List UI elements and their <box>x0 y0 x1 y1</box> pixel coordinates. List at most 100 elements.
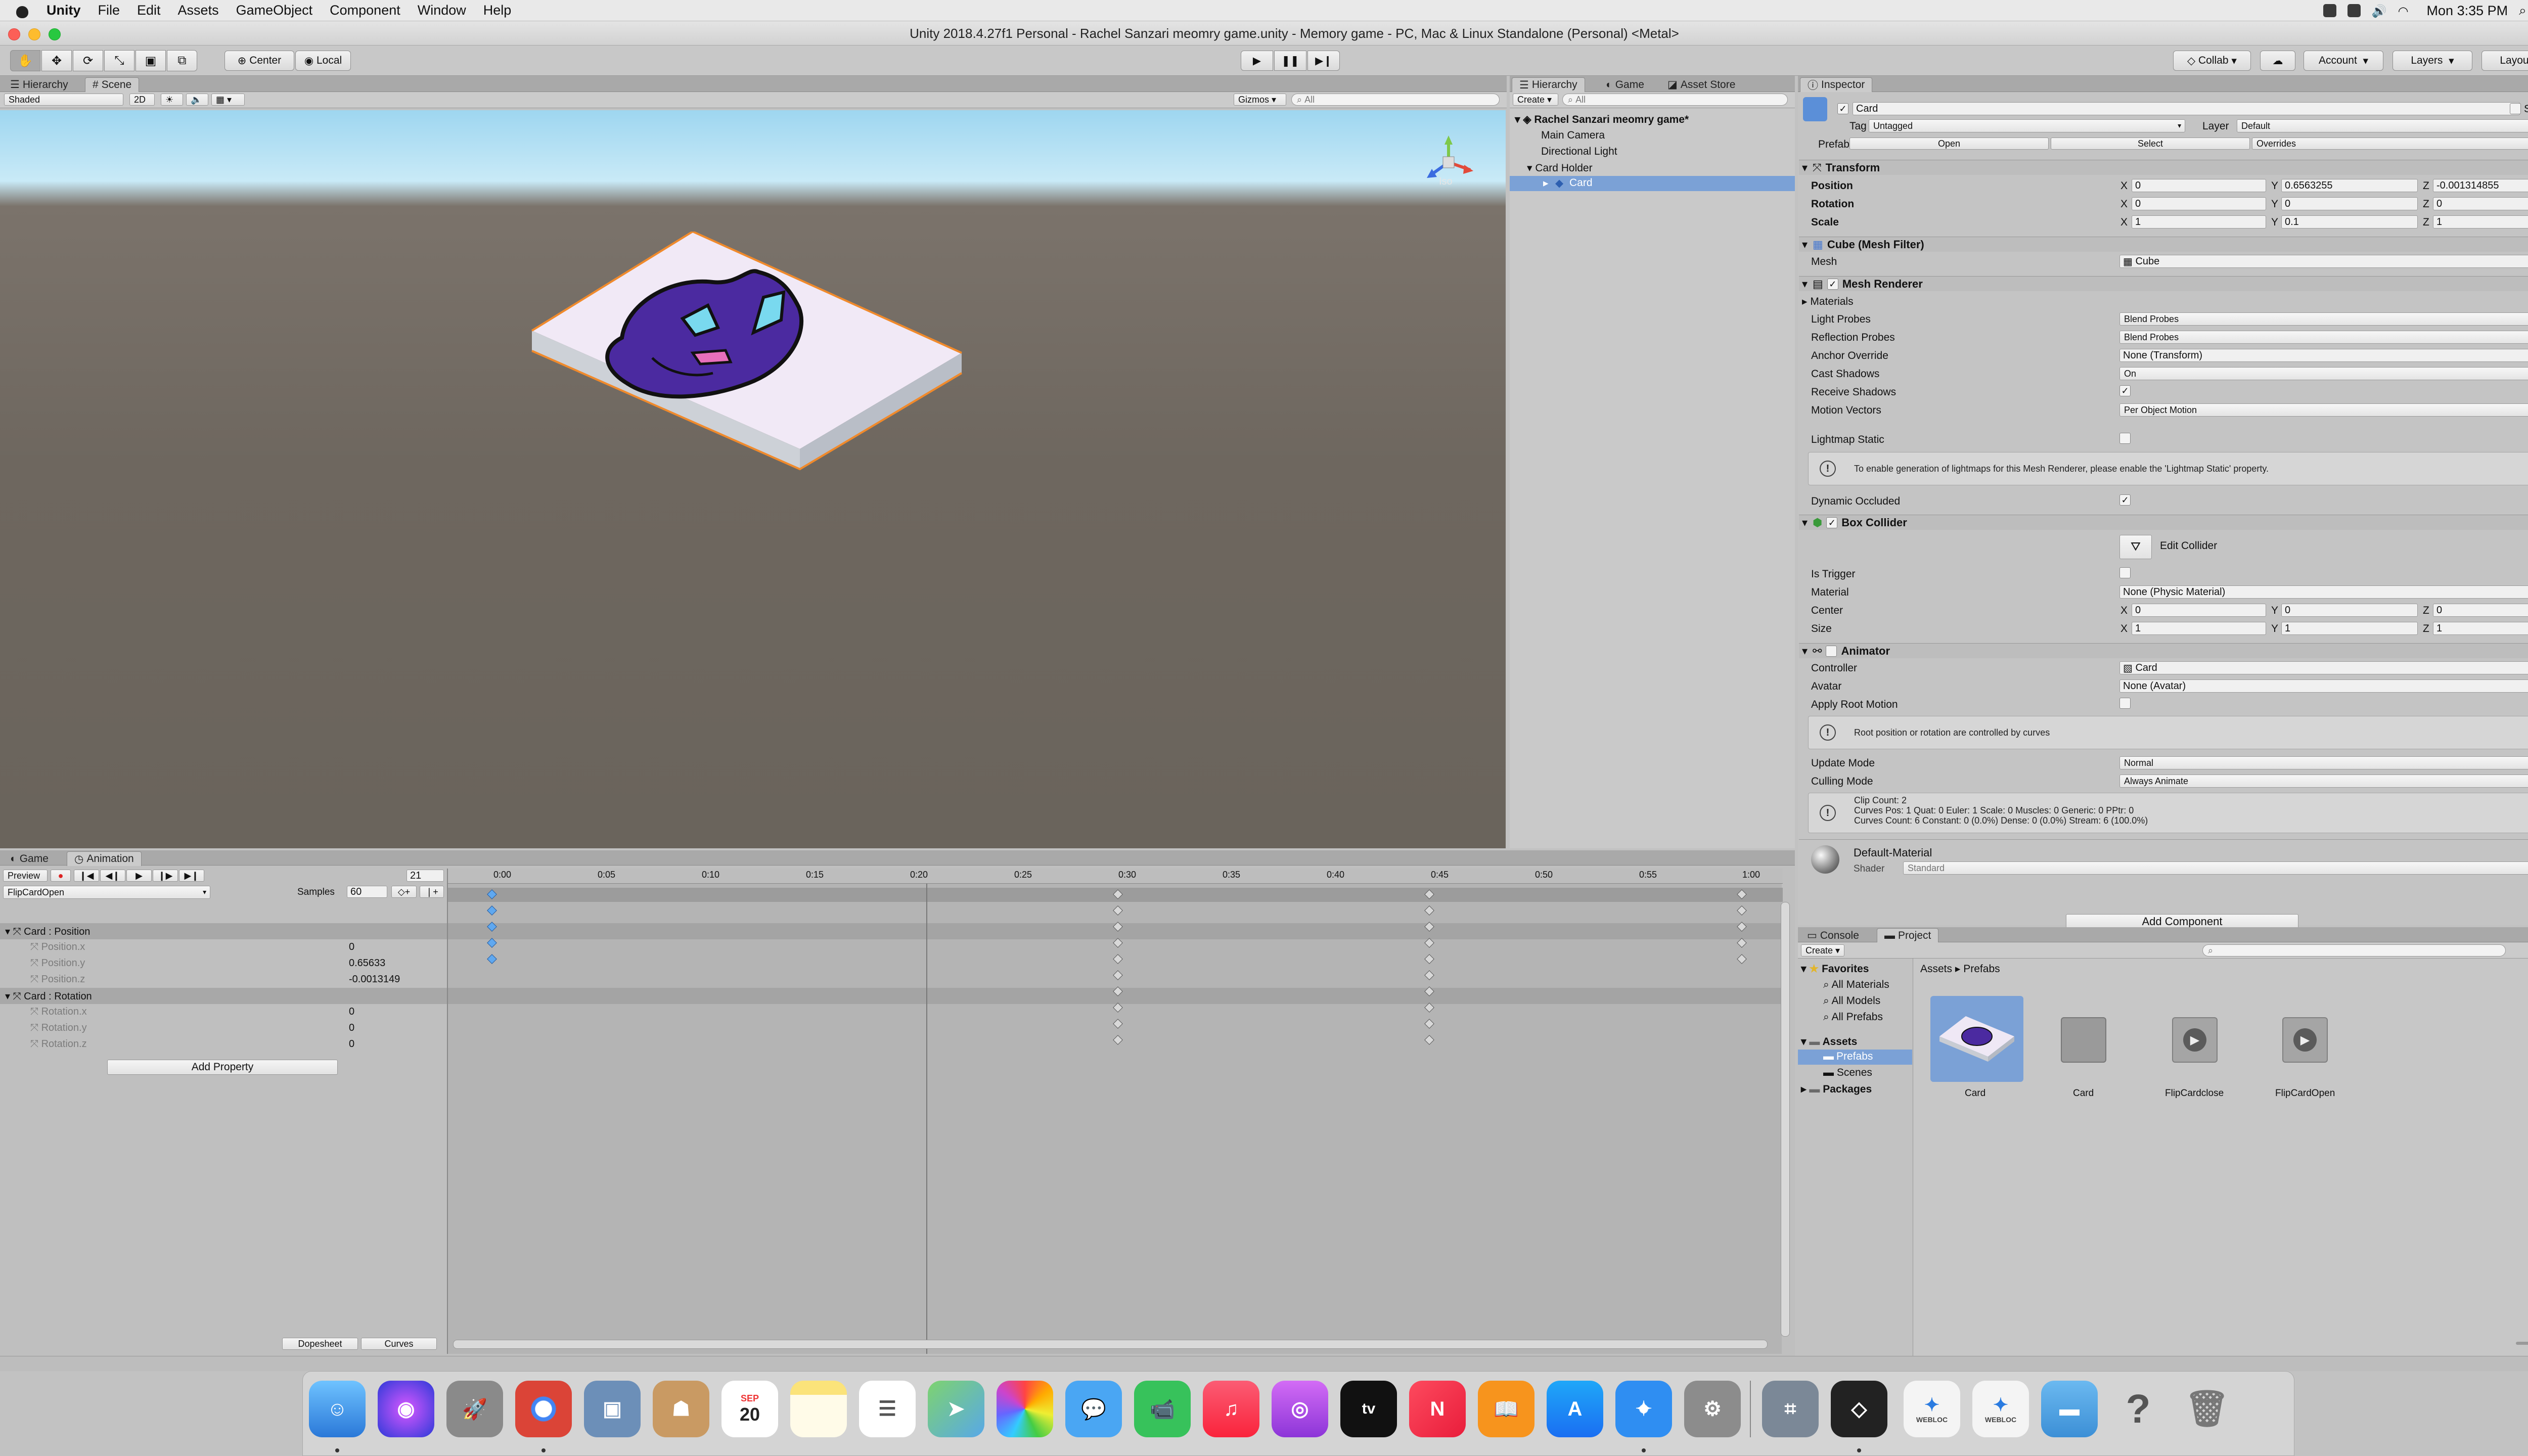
tab-game-bottom[interactable]: ◐ Game <box>3 851 56 866</box>
object-name-field[interactable]: Card <box>1853 102 2520 115</box>
mesh-renderer-header[interactable]: ▾ ▤ ✓ Mesh Renderer <box>1799 276 2528 291</box>
is-trigger-checkbox[interactable] <box>2119 567 2131 578</box>
keyframe[interactable] <box>1113 1035 1123 1045</box>
menu-edit[interactable]: Edit <box>137 3 161 18</box>
expand-arrow-icon[interactable]: ▾ <box>1515 114 1523 125</box>
keyframe[interactable] <box>1113 938 1123 948</box>
clip-dropdown[interactable]: FlipCardOpen <box>3 886 210 899</box>
center-z-field[interactable]: 0 <box>2433 604 2528 617</box>
keyframe[interactable] <box>1113 1019 1123 1029</box>
lighting-toggle-icon[interactable]: ☀ <box>161 94 183 106</box>
prefab-select-button[interactable]: Select <box>2051 138 2250 150</box>
add-keyframe-icon[interactable]: ◇+ <box>391 886 417 898</box>
siri-icon[interactable]: ◉ <box>378 1381 434 1437</box>
contacts-icon[interactable]: ☗ <box>653 1381 709 1437</box>
animator-enabled-checkbox[interactable] <box>1826 645 1837 657</box>
keyframe[interactable] <box>1424 954 1434 964</box>
apply-root-motion-checkbox[interactable] <box>2119 698 2131 709</box>
lightmap-static-checkbox[interactable] <box>2119 433 2131 444</box>
position-x-value[interactable]: 0 <box>349 941 354 953</box>
podcasts-icon[interactable]: ◎ <box>1272 1381 1328 1437</box>
file-card-prefab-selected[interactable] <box>1930 996 2023 1082</box>
breadcrumb-prefabs[interactable]: Prefabs <box>1963 963 2000 975</box>
keyframe[interactable] <box>1113 954 1123 964</box>
animator-header[interactable]: ▾ ⚯ Animator <box>1799 643 2528 658</box>
launchpad-icon[interactable]: 🚀 <box>446 1381 503 1437</box>
box-collider-enabled-checkbox[interactable]: ✓ <box>1826 517 1838 528</box>
reflection-probes-dropdown[interactable]: Blend Probes <box>2119 331 2528 344</box>
add-event-icon[interactable]: ❘+ <box>420 886 444 898</box>
packages-foldout[interactable]: ▸ ▬ Packages <box>1801 1083 1872 1096</box>
layer-dropdown[interactable]: Default <box>2237 119 2528 132</box>
rotate-tool-icon[interactable]: ⟳ <box>73 50 103 71</box>
status-app-icon[interactable] <box>2323 4 2336 17</box>
center-x-field[interactable]: 0 <box>2132 604 2266 617</box>
rotation-group-row[interactable]: ▾ ⤧ Card : Rotation <box>5 990 92 1003</box>
folder-scenes[interactable]: ▬ Scenes <box>1823 1067 1872 1079</box>
status-shield-icon[interactable] <box>2347 4 2361 17</box>
news-icon[interactable]: N <box>1409 1381 1466 1437</box>
position-y-row[interactable]: ⤧ Position.y <box>30 958 85 969</box>
position-z-row[interactable]: ⤧ Position.z <box>30 974 85 985</box>
mesh-field[interactable]: ▦ Cube <box>2119 255 2528 268</box>
keyframe[interactable] <box>487 938 497 948</box>
icon-size-slider[interactable] <box>2516 1342 2528 1345</box>
volume-icon[interactable]: 🔊 <box>2372 4 2387 18</box>
scene-search-input[interactable]: ⌕ All <box>1291 94 1500 106</box>
scene-viewport[interactable]: Iso <box>0 110 1506 848</box>
rotation-y-value[interactable]: 0 <box>349 1022 354 1034</box>
menu-component[interactable]: Component <box>330 3 400 18</box>
keyframe[interactable] <box>487 905 497 916</box>
position-y-value[interactable]: 0.65633 <box>349 958 385 969</box>
dopesheet-area[interactable]: 0:00 0:05 0:10 0:15 0:20 0:25 0:30 0:35 … <box>447 869 1790 1354</box>
apple-icon[interactable] <box>15 3 29 18</box>
safari-icon[interactable]: ✦ <box>1615 1381 1672 1437</box>
layout-dropdown[interactable]: Layout ▾ <box>2481 51 2528 71</box>
trash-icon[interactable]: 🗑 <box>2179 1381 2235 1437</box>
rotation-y-row[interactable]: ⤧ Rotation.y <box>30 1022 87 1034</box>
keyframe[interactable] <box>1424 1035 1434 1045</box>
webloc-icon[interactable]: ✦ WEBLOC <box>1972 1381 2029 1437</box>
box-collider-header[interactable]: ▾ ⬢ ✓ Box Collider <box>1799 515 2528 530</box>
folder-icon[interactable]: ▬ <box>2041 1381 2098 1437</box>
samples-field[interactable]: 60 <box>347 886 387 898</box>
tab-game[interactable]: ◐ Game <box>1599 77 1651 92</box>
projection-label[interactable]: Iso <box>1439 176 1453 188</box>
center-y-field[interactable]: 0 <box>2281 604 2418 617</box>
first-key-button[interactable]: ❙◀ <box>74 870 99 882</box>
tag-dropdown[interactable]: Untagged <box>1869 119 2185 132</box>
keyframe[interactable] <box>487 954 497 964</box>
layers-dropdown[interactable]: Layers ▾ <box>2392 51 2472 71</box>
position-x-field[interactable]: 0 <box>2132 179 2266 192</box>
tab-project[interactable]: ▬ Project <box>1877 928 1939 943</box>
preview-toggle[interactable]: Preview <box>3 870 48 882</box>
calendar-icon[interactable]: SEP 20 <box>721 1381 778 1437</box>
hierarchy-item-card-holder[interactable]: ▾ Card Holder <box>1527 162 1593 174</box>
animation-clip-icon[interactable]: ▶ <box>2282 1017 2328 1063</box>
step-button[interactable]: ▶❙ <box>1307 51 1340 71</box>
keyframe[interactable] <box>1113 905 1123 916</box>
hierarchy-create-dropdown[interactable]: Create ▾ <box>1513 94 1558 106</box>
keyframe[interactable] <box>1424 938 1434 948</box>
fav-all-materials[interactable]: ⌕ All Materials <box>1823 979 1889 991</box>
folder-prefabs-selected[interactable]: ▬ Prefabs <box>1798 1050 1912 1065</box>
music-icon[interactable]: ♫ <box>1203 1381 1259 1437</box>
hierarchy-item-directional-light[interactable]: Directional Light <box>1541 146 1617 158</box>
help-icon[interactable]: ? <box>2110 1381 2166 1437</box>
transform-header[interactable]: ▾ ⤧ Transform <box>1799 160 2528 175</box>
keyframe[interactable] <box>1424 1019 1434 1029</box>
photos-icon[interactable] <box>997 1381 1053 1437</box>
system-preferences-icon[interactable]: ⚙ <box>1684 1381 1741 1437</box>
shader-dropdown[interactable]: Standard <box>1903 861 2528 875</box>
tab-scene[interactable]: # Scene <box>85 77 140 92</box>
menu-help[interactable]: Help <box>483 3 512 18</box>
playhead-line[interactable] <box>926 884 927 1354</box>
shading-dropdown[interactable]: Shaded <box>4 94 123 106</box>
dynamic-occluded-checkbox[interactable]: ✓ <box>2119 494 2131 506</box>
play-button[interactable]: ▶ <box>1241 51 1273 71</box>
horizontal-scrollbar[interactable] <box>453 1340 1768 1349</box>
anchor-override-field[interactable]: None (Transform) <box>2119 349 2528 362</box>
hand-tool-icon[interactable]: ✋ <box>10 50 40 71</box>
motion-vectors-dropdown[interactable]: Per Object Motion <box>2119 403 2528 417</box>
fav-all-models[interactable]: ⌕ All Models <box>1823 995 1880 1007</box>
